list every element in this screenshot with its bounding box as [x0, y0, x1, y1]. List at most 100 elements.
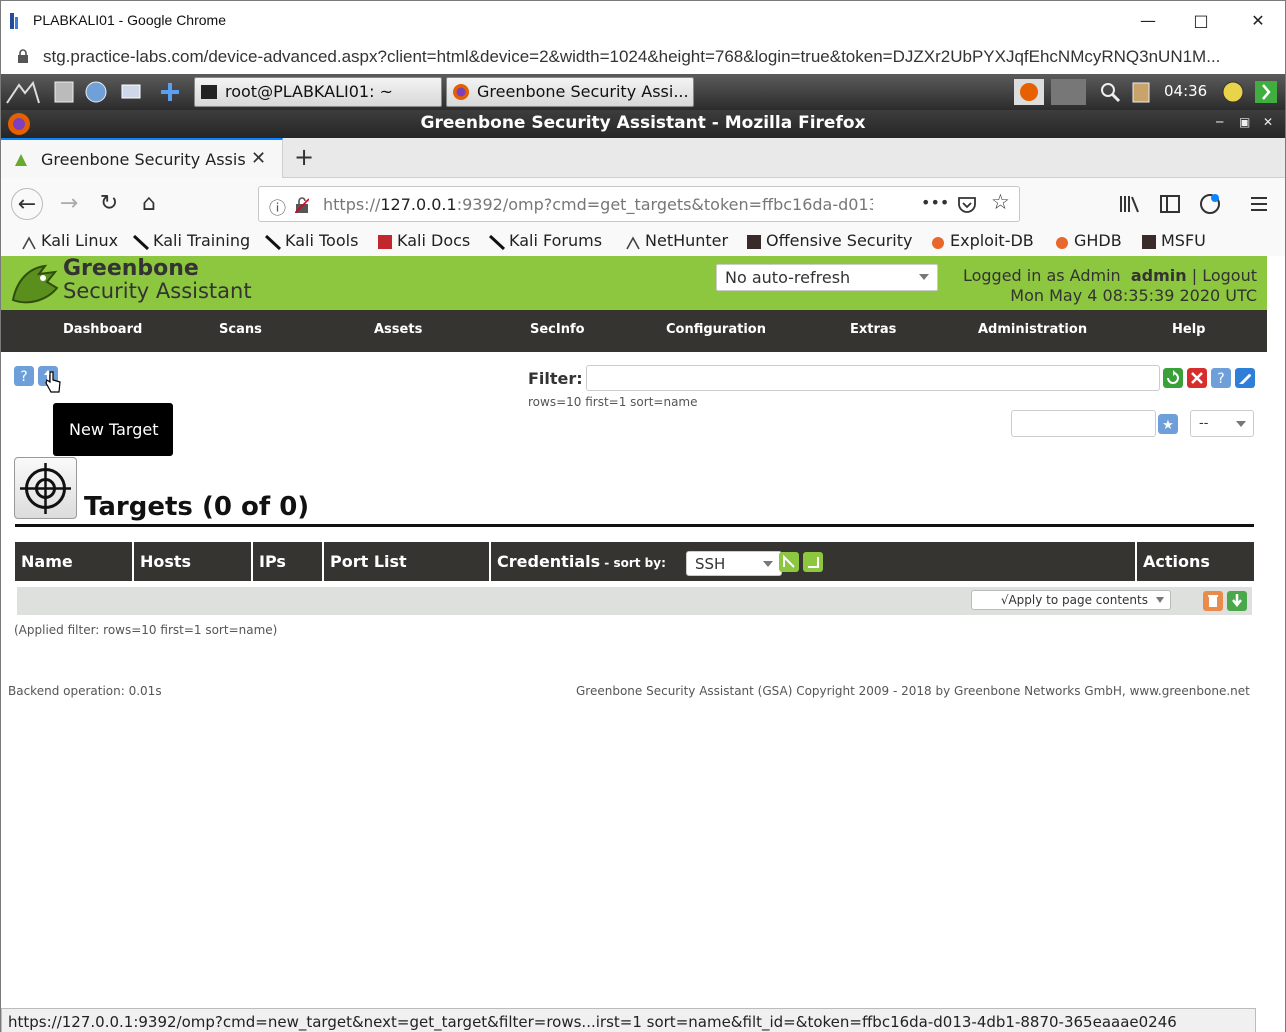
help-icon[interactable]: ?	[14, 366, 34, 386]
bookmark-kali-docs[interactable]: Kali Docs	[377, 231, 470, 250]
chrome-address-bar[interactable]: stg.practice-labs.com/device-advanced.as…	[0, 40, 1286, 74]
edit-filter-icon[interactable]	[1235, 368, 1255, 388]
nav-assets[interactable]: Assets	[374, 322, 422, 337]
nethunter-icon	[626, 236, 640, 250]
back-button[interactable]: ←	[11, 188, 43, 220]
username-link[interactable]: admin	[1131, 266, 1187, 285]
bookmark-label: MSFU	[1161, 231, 1206, 250]
logout-link[interactable]: Logout	[1202, 266, 1257, 285]
column-credentials-label[interactable]: Credentials	[497, 552, 600, 571]
home-button[interactable]: ⌂	[133, 188, 165, 220]
bookmarks-toolbar: Kali Linux Kali Training Kali Tools Kali…	[1, 230, 1285, 256]
trash-icon[interactable]	[1203, 591, 1223, 611]
credentials-sort-select[interactable]: SSH	[686, 551, 782, 576]
clipboard-icon[interactable]	[1128, 79, 1154, 105]
nav-administration[interactable]: Administration	[978, 322, 1087, 337]
kali-menu-icon[interactable]	[5, 79, 41, 105]
sort-ascending-icon[interactable]	[779, 552, 799, 572]
nav-scans[interactable]: Scans	[219, 322, 262, 337]
firefox-tab-strip: Greenbone Security Assis ✕ +	[1, 138, 1285, 178]
url-text[interactable]: https://127.0.0.1:9392/omp?cmd=get_targe…	[323, 195, 873, 214]
bookmark-ghdb[interactable]: GHDB	[1054, 231, 1122, 250]
close-button[interactable]: ✕	[1238, 7, 1278, 35]
column-ips[interactable]: IPs	[253, 542, 322, 581]
logout-icon[interactable]	[1253, 79, 1279, 105]
nav-configuration[interactable]: Configuration	[666, 322, 766, 337]
apply-to-select[interactable]: √Apply to page contents	[971, 590, 1171, 610]
nav-secinfo[interactable]: SecInfo	[530, 322, 585, 337]
save-filter-star-icon[interactable]: ★	[1158, 414, 1178, 434]
bookmark-kali-forums[interactable]: Kali Forums	[489, 231, 602, 250]
library-icon[interactable]	[1119, 194, 1141, 214]
firefox-launcher-icon[interactable]	[1014, 79, 1044, 105]
gsa-logo-text[interactable]: Greenbone Security Assistant	[63, 258, 252, 303]
url-bar[interactable]: ⓘ https://127.0.0.1:9392/omp?cmd=get_tar…	[258, 186, 1020, 222]
taskbar-item-label: Greenbone Security Assi...	[477, 82, 689, 101]
tab-label: Greenbone Security Assis	[41, 150, 246, 169]
ff-minimize-button[interactable]: ─	[1216, 115, 1223, 129]
taskbar-item-terminal[interactable]: root@PLABKALI01: ~	[194, 77, 442, 107]
forward-button[interactable]: →	[53, 188, 85, 220]
bookmark-nethunter[interactable]: NetHunter	[625, 231, 728, 250]
show-desktop-icon[interactable]	[119, 79, 145, 105]
bookmark-kali-tools[interactable]: Kali Tools	[265, 231, 358, 250]
saved-filter-select[interactable]: --	[1190, 410, 1254, 437]
notification-icon[interactable]	[1220, 79, 1246, 105]
ff-close-button[interactable]: ✕	[1263, 115, 1273, 129]
nav-extras[interactable]: Extras	[850, 322, 896, 337]
crosshair-icon	[20, 463, 71, 514]
column-hosts[interactable]: Hosts	[134, 542, 251, 581]
gsa-header: Greenbone Security Assistant No auto-ref…	[1, 256, 1267, 310]
filter-help-icon[interactable]: ?	[1211, 368, 1231, 388]
sort-by-label: - sort by:	[600, 556, 666, 570]
ff-maximize-button[interactable]: ▣	[1239, 115, 1250, 129]
page-actions-button[interactable]: •••	[921, 193, 949, 212]
filter-input[interactable]	[586, 365, 1160, 391]
new-tab-button[interactable]: +	[291, 143, 317, 171]
add-icon[interactable]	[157, 79, 183, 105]
files-icon[interactable]	[51, 79, 77, 105]
greenbone-logo-icon[interactable]	[9, 260, 61, 308]
firefox-title-bar: Greenbone Security Assistant - Mozilla F…	[1, 110, 1285, 138]
chevron-down-icon	[763, 561, 773, 567]
filter-name-input[interactable]	[1011, 410, 1156, 437]
account-icon[interactable]	[1199, 193, 1221, 215]
tab-greenbone[interactable]: Greenbone Security Assis ✕	[1, 138, 283, 178]
bookmark-msfu[interactable]: MSFU	[1141, 231, 1206, 250]
bookmark-star-icon[interactable]: ☆	[991, 190, 1010, 214]
bookmark-offensive-security[interactable]: Offensive Security	[746, 231, 912, 250]
tab-close-icon[interactable]: ✕	[251, 148, 266, 169]
kali-dragon-icon	[265, 234, 281, 250]
reload-button[interactable]: ↻	[93, 188, 125, 220]
bookmark-label: Offensive Security	[766, 231, 913, 250]
refresh-filter-icon[interactable]	[1163, 368, 1183, 388]
bookmark-kali-training[interactable]: Kali Training	[133, 231, 250, 250]
maximize-button[interactable]: □	[1181, 7, 1221, 35]
auto-refresh-select[interactable]: No auto-refresh	[716, 264, 938, 291]
export-download-icon[interactable]	[1227, 591, 1247, 611]
sort-descending-icon[interactable]	[803, 552, 823, 572]
bookmark-exploit-db[interactable]: Exploit-DB	[930, 231, 1034, 250]
workspace-switcher[interactable]	[1051, 79, 1086, 105]
nav-help[interactable]: Help	[1172, 322, 1205, 337]
hand-cursor-icon	[45, 371, 61, 393]
column-name[interactable]: Name	[15, 542, 132, 581]
chrome-url-text[interactable]: stg.practice-labs.com/device-advanced.as…	[43, 47, 1220, 67]
search-icon[interactable]	[1097, 79, 1123, 105]
column-port-list[interactable]: Port List	[324, 542, 489, 581]
reset-filter-icon[interactable]	[1187, 368, 1207, 388]
sidebar-icon[interactable]	[1159, 194, 1181, 214]
hamburger-menu-icon[interactable]	[1249, 194, 1269, 214]
taskbar-item-firefox[interactable]: Greenbone Security Assi...	[446, 77, 694, 107]
pocket-icon[interactable]	[957, 195, 977, 215]
minimize-button[interactable]: —	[1128, 7, 1168, 35]
info-icon[interactable]: ⓘ	[269, 194, 286, 219]
insecure-lock-icon[interactable]	[295, 197, 309, 213]
bookmark-kali-linux[interactable]: Kali Linux	[21, 231, 118, 250]
saved-filter-value: --	[1199, 416, 1209, 431]
svg-text:★: ★	[1162, 418, 1174, 433]
browser-icon[interactable]	[83, 79, 109, 105]
nav-dashboard[interactable]: Dashboard	[63, 322, 142, 337]
terminal-icon	[201, 85, 217, 99]
chevron-down-icon	[1156, 597, 1164, 603]
